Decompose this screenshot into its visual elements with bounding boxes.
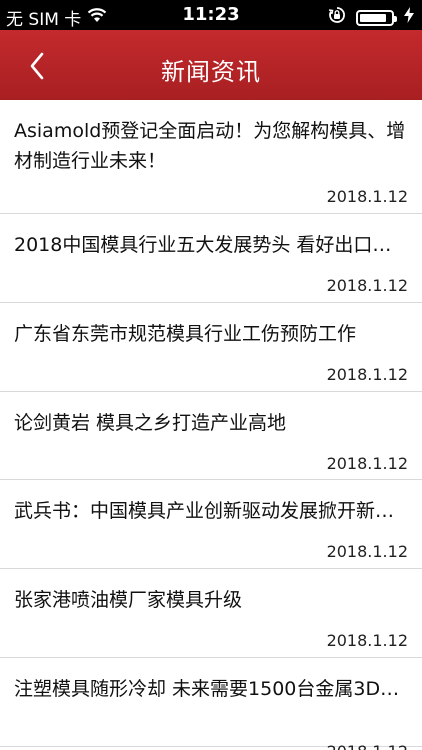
list-item[interactable]: 2018中国模具行业五大发展势头 看好出口前景 2018.1.12 bbox=[0, 214, 422, 303]
news-title: 广东省东莞市规范模具行业工伤预防工作 bbox=[14, 323, 357, 345]
news-title: 论剑黄岩 模具之乡打造产业高地 bbox=[14, 412, 287, 434]
list-item[interactable]: 武兵书：中国模具产业创新驱动发展掀开新篇章 2018.1.12 bbox=[0, 480, 422, 569]
charging-bolt-icon bbox=[404, 7, 414, 28]
nav-bar: 新闻资讯 bbox=[0, 30, 422, 100]
news-title: 武兵书：中国模具产业创新驱动发展掀开新篇章 bbox=[14, 500, 408, 522]
news-date: 2018.1.12 bbox=[326, 454, 408, 473]
news-title: 注塑模具随形冷却 未来需要1500台金属3D打… bbox=[14, 678, 408, 700]
news-date: 2018.1.12 bbox=[326, 542, 408, 561]
news-date: 2018.1.12 bbox=[326, 187, 408, 206]
list-item[interactable]: 广东省东莞市规范模具行业工伤预防工作 2018.1.12 bbox=[0, 303, 422, 392]
list-item[interactable]: 张家港喷油模厂家模具升级 2018.1.12 bbox=[0, 569, 422, 658]
list-item[interactable]: Asiamold预登记全面启动！为您解构模具、增材制造行业未来！ 2018.1.… bbox=[0, 100, 422, 214]
battery-fill bbox=[360, 13, 386, 22]
news-title: Asiamold预登记全面启动！为您解构模具、增材制造行业未来！ bbox=[14, 120, 406, 172]
battery-icon bbox=[356, 9, 397, 26]
list-item[interactable]: 注塑模具随形冷却 未来需要1500台金属3D打… 2018.1.12 bbox=[0, 658, 422, 750]
news-title: 张家港喷油模厂家模具升级 bbox=[14, 589, 243, 611]
status-right bbox=[328, 6, 414, 29]
news-date: 2018.1.12 bbox=[326, 631, 408, 650]
news-title: 2018中国模具行业五大发展势头 看好出口前景 bbox=[14, 234, 408, 256]
news-list: Asiamold预登记全面启动！为您解构模具、增材制造行业未来！ 2018.1.… bbox=[0, 100, 422, 750]
news-date: 2018.1.12 bbox=[327, 742, 408, 750]
status-bar: 无 SIM 卡 11:23 bbox=[0, 0, 422, 30]
battery-tip bbox=[394, 15, 397, 22]
page-title: 新闻资讯 bbox=[161, 58, 261, 86]
list-item[interactable]: 论剑黄岩 模具之乡打造产业高地 2018.1.12 bbox=[0, 392, 422, 480]
news-date: 2018.1.12 bbox=[326, 365, 408, 384]
orientation-lock-icon bbox=[328, 6, 346, 29]
news-date: 2018.1.12 bbox=[326, 276, 408, 295]
app-screen: 无 SIM 卡 11:23 新闻资讯 Asiamold预登记全面启动！为您解构模… bbox=[0, 0, 422, 750]
